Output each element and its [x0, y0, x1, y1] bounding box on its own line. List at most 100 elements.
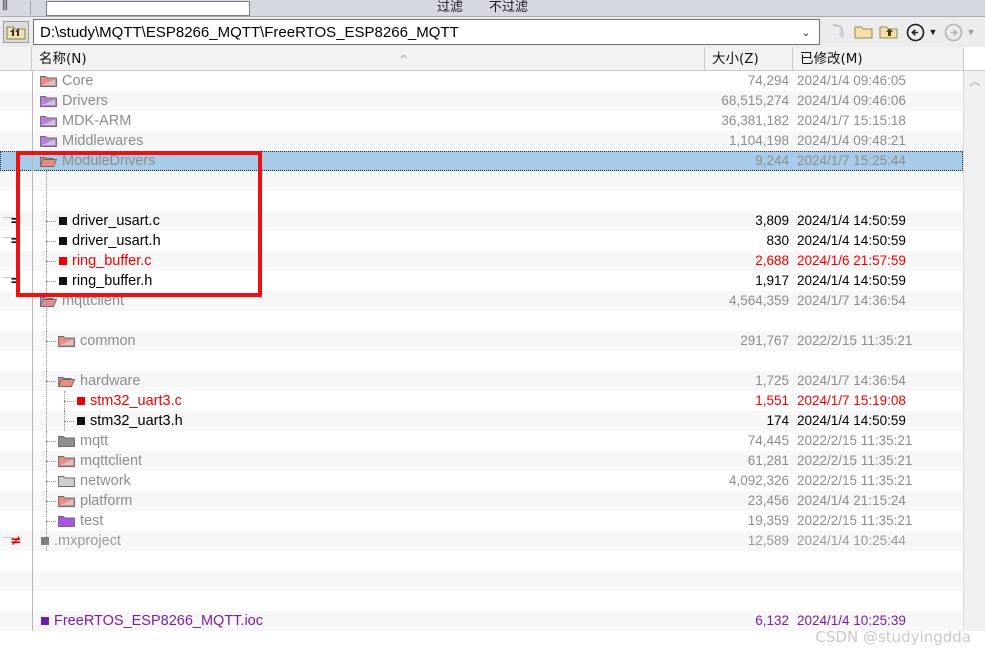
tree-guide-line — [46, 261, 56, 262]
address-input-wrap[interactable]: D:\study\MQTT\ESP8266_MQTT\FreeRTOS_ESP8… — [33, 19, 820, 45]
row-status-gutter: ⸺ = — [0, 231, 31, 251]
table-row[interactable]: test 19,359 2022/2/15 11:35:21 — [0, 511, 963, 531]
row-name-cell[interactable]: hardware — [58, 371, 140, 391]
equal-status-icon: = — [10, 273, 22, 289]
not-equal-status-icon: ≠ — [10, 533, 22, 549]
folder-dark-icon — [58, 436, 75, 447]
row-size-cell: 4,092,326 — [728, 473, 789, 488]
equal-status-icon: = — [10, 213, 22, 229]
row-size-cell: 2,688 — [755, 253, 789, 268]
row-name-cell[interactable]: Drivers — [40, 91, 108, 111]
table-row[interactable]: ⸺ = driver_usart.c 3,809 2024/1/4 14:50:59 — [0, 211, 963, 231]
row-name-cell[interactable]: mqtt — [58, 431, 108, 451]
forward-history-button[interactable]: ▼ — [964, 20, 978, 44]
row-modified-cell: 2024/1/4 21:15:24 — [797, 493, 906, 508]
column-header-name[interactable]: 名称(N) ^ — [32, 47, 705, 71]
filter-label[interactable]: 过滤 — [437, 0, 463, 16]
refresh-down-button[interactable] — [826, 20, 851, 44]
gutter-separator — [32, 71, 33, 631]
table-row[interactable]: network 4,092,326 2022/2/15 11:35:21 — [0, 471, 963, 491]
row-name-cell[interactable]: mqttclient — [40, 291, 124, 311]
row-name-label: MDK-ARM — [62, 113, 132, 129]
row-name-label: mqttclient — [62, 293, 125, 309]
table-row[interactable]: Drivers 68,515,274 2024/1/4 09:46:06 — [0, 91, 963, 111]
row-modified-cell: 2024/1/7 14:36:54 — [797, 293, 906, 308]
column-header-size[interactable]: 大小(Z) — [705, 47, 793, 71]
row-name-label: network — [80, 473, 131, 489]
row-name-cell[interactable]: common — [58, 331, 136, 351]
address-path-text[interactable]: D:\study\MQTT\ESP8266_MQTT\FreeRTOS_ESP8… — [34, 24, 793, 41]
vertical-scrollbar[interactable]: ︿ — [963, 71, 985, 631]
open-folder-button[interactable] — [851, 20, 876, 44]
no-filter-label[interactable]: 不过滤 — [489, 0, 528, 16]
row-modified-cell: 2024/1/7 14:36:54 — [797, 373, 906, 388]
row-name-label: hardware — [80, 373, 141, 389]
row-status-gutter — [0, 471, 31, 491]
folder-red-icon — [58, 456, 75, 467]
row-status-gutter: ⸺ = — [0, 271, 31, 291]
row-name-label: ring_buffer.c — [72, 253, 152, 269]
top-toolbar-strip: ⫼ 过滤 不过滤 — [0, 0, 985, 17]
row-name-cell[interactable]: Middlewares — [40, 131, 143, 151]
row-name-cell[interactable]: platform — [58, 491, 132, 511]
address-bar: D:\study\MQTT\ESP8266_MQTT\FreeRTOS_ESP8… — [0, 17, 985, 47]
row-name-cell[interactable]: stm32_uart3.h — [76, 411, 183, 431]
row-status-gutter: ⸺ ≠ — [0, 531, 31, 551]
row-name-label: stm32_uart3.h — [90, 413, 183, 429]
row-modified-cell: 2024/1/7 15:15:18 — [797, 113, 906, 128]
table-row[interactable]: platform 23,456 2024/1/4 21:15:24 — [0, 491, 963, 511]
scroll-up-button[interactable]: ︿ — [964, 71, 985, 91]
column-header-row: 名称(N) ^ 大小(Z) 已修改(M) — [0, 47, 985, 71]
back-history-button[interactable]: ▼ — [926, 20, 940, 44]
forward-circle-icon — [944, 23, 963, 41]
table-row[interactable]: ModuleDrivers 9,244 2024/1/7 15:25:44 — [0, 151, 963, 171]
chevron-down-icon[interactable]: ⌄ — [793, 26, 819, 39]
row-name-cell[interactable]: driver_usart.c — [58, 211, 160, 231]
table-row-empty — [0, 571, 963, 591]
table-row[interactable]: common 291,767 2022/2/15 11:35:21 — [0, 331, 963, 351]
table-row[interactable]: Core 74,294 2024/1/4 09:46:05 — [0, 71, 963, 91]
table-row[interactable]: ⸺ = ring_buffer.h 1,917 2024/1/4 14:50:59 — [0, 271, 963, 291]
row-name-cell[interactable]: driver_usart.h — [58, 231, 161, 251]
table-row-empty — [0, 351, 963, 371]
parent-folder-button[interactable] — [876, 20, 901, 44]
watermark-text: CSDN @studyingdda — [815, 628, 971, 646]
row-name-cell[interactable]: Core — [40, 71, 93, 91]
row-name-cell[interactable]: mqttclient — [58, 451, 142, 471]
row-name-cell[interactable]: MDK-ARM — [40, 111, 131, 131]
table-row[interactable]: mqttclient 4,564,359 2024/1/7 14:36:54 — [0, 291, 963, 311]
row-modified-cell: 2022/2/15 11:35:21 — [797, 433, 913, 448]
row-status-gutter — [0, 371, 31, 391]
row-name-cell[interactable]: FreeRTOS_ESP8266_MQTT.ioc — [40, 611, 263, 631]
row-status-gutter — [0, 131, 31, 151]
table-row[interactable]: mqttclient 61,281 2022/2/15 11:35:21 — [0, 451, 963, 471]
row-name-cell[interactable]: ring_buffer.h — [58, 271, 152, 291]
table-row[interactable]: ⸺ = driver_usart.h 830 2024/1/4 14:50:59 — [0, 231, 963, 251]
row-name-cell[interactable]: test — [58, 511, 103, 531]
toolbar-mini-input[interactable] — [46, 1, 250, 16]
row-name-cell[interactable]: .mxproject — [40, 531, 121, 551]
table-row[interactable]: stm32_uart3.c 1,551 2024/1/7 15:19:08 — [0, 391, 963, 411]
row-name-cell[interactable]: ring_buffer.c — [58, 251, 152, 271]
folder-up-button[interactable] — [3, 21, 29, 43]
tree-guide-line — [64, 401, 74, 402]
row-name-label: stm32_uart3.c — [90, 393, 182, 409]
table-row[interactable]: Middlewares 1,104,198 2024/1/4 09:48:21 — [0, 131, 963, 151]
file-list[interactable]: Core 74,294 2024/1/4 09:46:05 Drivers 68,515… — [0, 71, 963, 631]
table-row[interactable]: hardware 1,725 2024/1/7 14:36:54 — [0, 371, 963, 391]
row-modified-cell: 2024/1/6 21:57:59 — [797, 253, 906, 268]
file-red-icon — [77, 397, 85, 405]
row-name-label: .mxproject — [54, 533, 121, 549]
table-row[interactable]: stm32_uart3.h 174 2024/1/4 14:50:59 — [0, 411, 963, 431]
table-row[interactable]: ring_buffer.c 2,688 2024/1/6 21:57:59 — [0, 251, 963, 271]
table-row[interactable]: mqtt 74,445 2022/2/15 11:35:21 — [0, 431, 963, 451]
row-name-cell[interactable]: stm32_uart3.c — [76, 391, 182, 411]
forward-button[interactable] — [941, 20, 966, 44]
compare-icon: ⫼ — [2, 0, 8, 12]
table-row[interactable]: ⸺ ≠ .mxproject 12,589 2024/1/4 10:25:44 — [0, 531, 963, 551]
column-header-modified[interactable]: 已修改(M) — [793, 47, 963, 71]
table-row[interactable]: MDK-ARM 36,381,182 2024/1/7 15:15:18 — [0, 111, 963, 131]
row-name-cell[interactable]: network — [58, 471, 131, 491]
back-button[interactable] — [903, 20, 928, 44]
row-name-cell[interactable]: ModuleDrivers — [40, 151, 155, 171]
